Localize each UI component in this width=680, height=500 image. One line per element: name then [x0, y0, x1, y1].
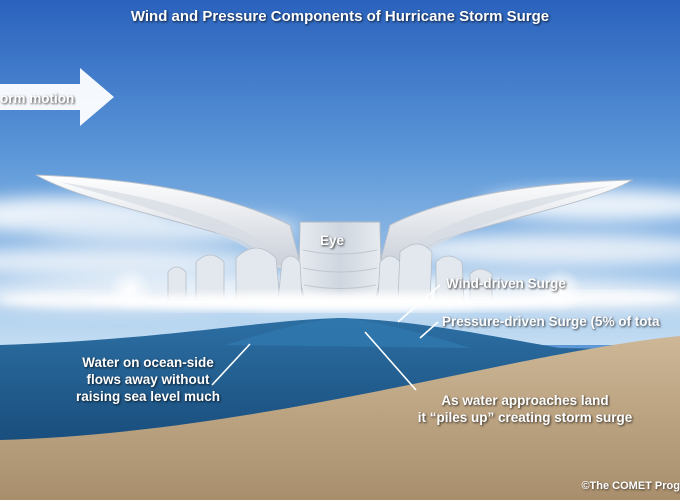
ocean-side-line-2: flows away without [86, 372, 210, 387]
page-title: Wind and Pressure Components of Hurrican… [130, 8, 550, 25]
storm-motion-label: orm motion [0, 91, 75, 106]
pressure-driven-surge-label: Pressure-driven Surge (5% of tota [442, 314, 660, 329]
credit-text: ©The COMET Prog [581, 480, 680, 492]
eye-label: Eye [320, 233, 345, 248]
piles-up-annotation: As water approaches land it “piles up” c… [400, 392, 650, 426]
ocean-side-annotation: Water on ocean-side flows away without r… [58, 354, 238, 405]
ocean-side-line-3: raising sea level much [75, 389, 221, 404]
piles-up-line-2: it “piles up” creating storm surge [417, 410, 633, 425]
ocean-side-line-1: Water on ocean-side [82, 355, 214, 370]
piles-up-line-1: As water approaches land [441, 393, 609, 408]
wind-driven-surge-label: Wind-driven Surge [446, 276, 566, 291]
